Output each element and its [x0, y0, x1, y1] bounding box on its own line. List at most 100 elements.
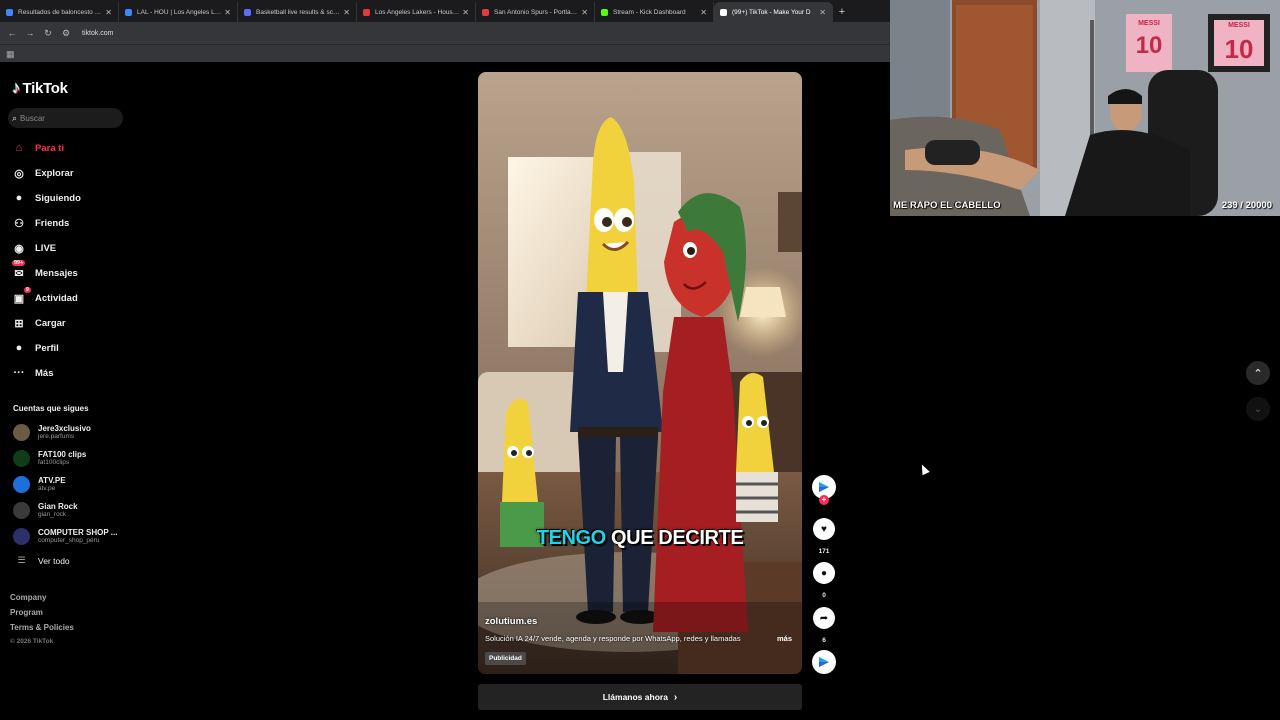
google-icon [6, 8, 13, 16]
tab-title: Basketball live results & schedu [256, 8, 341, 16]
flashscore-icon [363, 8, 370, 16]
close-tab-icon[interactable]: ✕ [105, 8, 112, 17]
jersey-number-right: 10 [1224, 34, 1254, 64]
next-video-button[interactable]: ⌄ [1246, 397, 1270, 421]
browser-tab[interactable]: (99+) TikTok - Make Your D ✕ [714, 2, 833, 22]
close-tab-icon[interactable]: ✕ [343, 8, 350, 17]
followed-account[interactable]: FAT100 clips fat100clips [13, 446, 86, 470]
account-name: COMPUTER SHOP ... [38, 528, 118, 537]
home-icon: ⌂ [15, 142, 23, 154]
caption-text: QUE DECIRTE [605, 527, 744, 549]
close-tab-icon[interactable]: ✕ [581, 8, 588, 17]
mouse-cursor [918, 462, 930, 476]
forward-icon[interactable]: → [24, 28, 36, 38]
browser-tab[interactable]: Resultados de baloncesto en v ✕ [0, 2, 119, 22]
nav-item-mensajes[interactable]: ✉ 99+ Mensajes [10, 260, 78, 283]
nav-item-live[interactable]: ◉ LIVE [10, 238, 56, 258]
account-handle: gian_rock [38, 511, 67, 518]
url-field[interactable]: tiktok.com [82, 30, 114, 37]
account-handle: computer_shop_peru [38, 537, 100, 544]
nav-label: Cargar [35, 317, 66, 329]
comment-icon: ● [820, 567, 828, 579]
avatar [13, 449, 30, 467]
new-tab-icon[interactable]: + [833, 2, 851, 22]
chevron-down-icon: ⌄ [1253, 403, 1263, 415]
browser-tab[interactable]: San Antonio Spurs - Portland T ✕ [476, 2, 595, 22]
close-tab-icon[interactable]: ✕ [700, 8, 707, 17]
search-icon: ⌕ [12, 112, 18, 123]
followed-account[interactable]: Gian Rock gian_rock [13, 498, 78, 522]
search-input[interactable] [20, 113, 111, 123]
reload-icon[interactable]: ↻ [42, 28, 54, 39]
nav-item-siguiendo[interactable]: ● Siguiendo [10, 188, 81, 208]
sponsored-tag: Publicidad [485, 652, 526, 665]
nav-item-m-s[interactable]: ··· Más [10, 363, 54, 383]
nav-label: Explorar [35, 167, 74, 179]
address-bar: ← → ↻ ⚙ tiktok.com [0, 22, 890, 44]
apps-grid-icon[interactable]: ▦ [6, 49, 15, 60]
back-icon[interactable]: ← [6, 28, 18, 38]
zolutium-logo-icon [819, 657, 829, 667]
nav-item-friends[interactable]: ⚇ Friends [10, 213, 69, 233]
account-handle: jere.parfums [38, 433, 75, 440]
previous-video-button[interactable]: ⌃ [1246, 361, 1270, 385]
tiktok-icon [720, 8, 727, 16]
video-player[interactable]: TENGO QUE DECIRTE zolutium.es Solución I… [478, 72, 802, 674]
comment-button[interactable]: ● [813, 562, 835, 584]
browser-tab[interactable]: Basketball live results & schedu ✕ [238, 2, 357, 22]
list-icon: ☰ [17, 555, 26, 565]
nav-item-cargar[interactable]: ⊞ Cargar [10, 313, 66, 333]
close-tab-icon[interactable]: ✕ [819, 8, 826, 17]
see-all-link[interactable]: ☰ Ver todo [13, 555, 69, 566]
account-name: FAT100 clips [38, 450, 87, 459]
nav-label: LIVE [35, 242, 57, 254]
nav-item-actividad[interactable]: ▣ 9 Actividad [10, 287, 78, 308]
close-tab-icon[interactable]: ✕ [462, 8, 469, 17]
account-name: Gian Rock [38, 502, 78, 511]
site-info-icon[interactable]: ⚙ [60, 28, 72, 39]
nav-item-perfil[interactable]: ● Perfil [10, 338, 59, 358]
more-link[interactable]: más [777, 634, 792, 643]
tab-strip: Resultados de baloncesto en v ✕ LAL - HOU … [0, 0, 890, 22]
nav-label: Mensajes [35, 267, 78, 279]
share-button[interactable]: ➦ [813, 607, 835, 629]
browser-tab[interactable]: Stream - Kick Dashboard ✕ [595, 2, 714, 22]
music-disc[interactable] [812, 650, 836, 674]
video-description: Solución IA 24/7 vende, agenda y respond… [485, 634, 741, 643]
nav-label: Para ti [35, 142, 65, 154]
browser-tab[interactable]: Los Angeles Lakers - Houston R ✕ [357, 2, 476, 22]
chevron-right-icon: › [673, 691, 678, 703]
share-count: 6 [822, 637, 826, 644]
tab-title: LAL - HOU | Los Angeles Laker [137, 8, 222, 16]
flashscore-icon [244, 8, 251, 16]
nav-item-para-ti[interactable]: ⌂ Para ti [10, 138, 64, 158]
live-icon: ◉ [14, 242, 24, 255]
follow-plus-icon[interactable]: + [819, 495, 829, 505]
nav-item-explorar[interactable]: ◎ Explorar [10, 163, 74, 183]
followed-account[interactable]: ATV.PE atv.pe [13, 472, 66, 496]
stream-title: ME RAPO EL CABELLO [893, 200, 1001, 211]
tiktok-note-icon: ♪ [12, 78, 21, 97]
profile-icon: ● [15, 342, 23, 354]
following-avatar-icon: ● [15, 192, 23, 204]
footer-terms[interactable]: Terms & Policies [10, 623, 74, 632]
footer-program[interactable]: Program [10, 608, 43, 617]
footer-company[interactable]: Company [10, 593, 46, 602]
followed-account[interactable]: Jere3xclusivo jere.parfums [13, 420, 91, 444]
compass-icon: ◎ [14, 167, 24, 180]
call-now-button[interactable]: Llámanos ahora › [478, 684, 802, 710]
jersey-name-right: MESSI [1228, 22, 1250, 29]
close-tab-icon[interactable]: ✕ [224, 8, 231, 17]
webcam-image [890, 0, 1280, 216]
followed-account[interactable]: COMPUTER SHOP ... computer_shop_peru [13, 524, 117, 548]
search-box[interactable]: ⌕ [8, 108, 123, 128]
browser-tab[interactable]: LAL - HOU | Los Angeles Laker ✕ [119, 2, 238, 22]
tiktok-logo[interactable]: ♪ TikTok [12, 78, 68, 98]
nav-label: Más [35, 367, 54, 379]
share-icon: ➦ [819, 612, 829, 624]
tab-title: (99+) TikTok - Make Your D [732, 8, 811, 16]
avatar [13, 501, 30, 519]
video-author[interactable]: zolutium.es [485, 616, 537, 627]
nav-label: Actividad [35, 292, 78, 304]
like-button[interactable]: ♥ [813, 518, 835, 540]
